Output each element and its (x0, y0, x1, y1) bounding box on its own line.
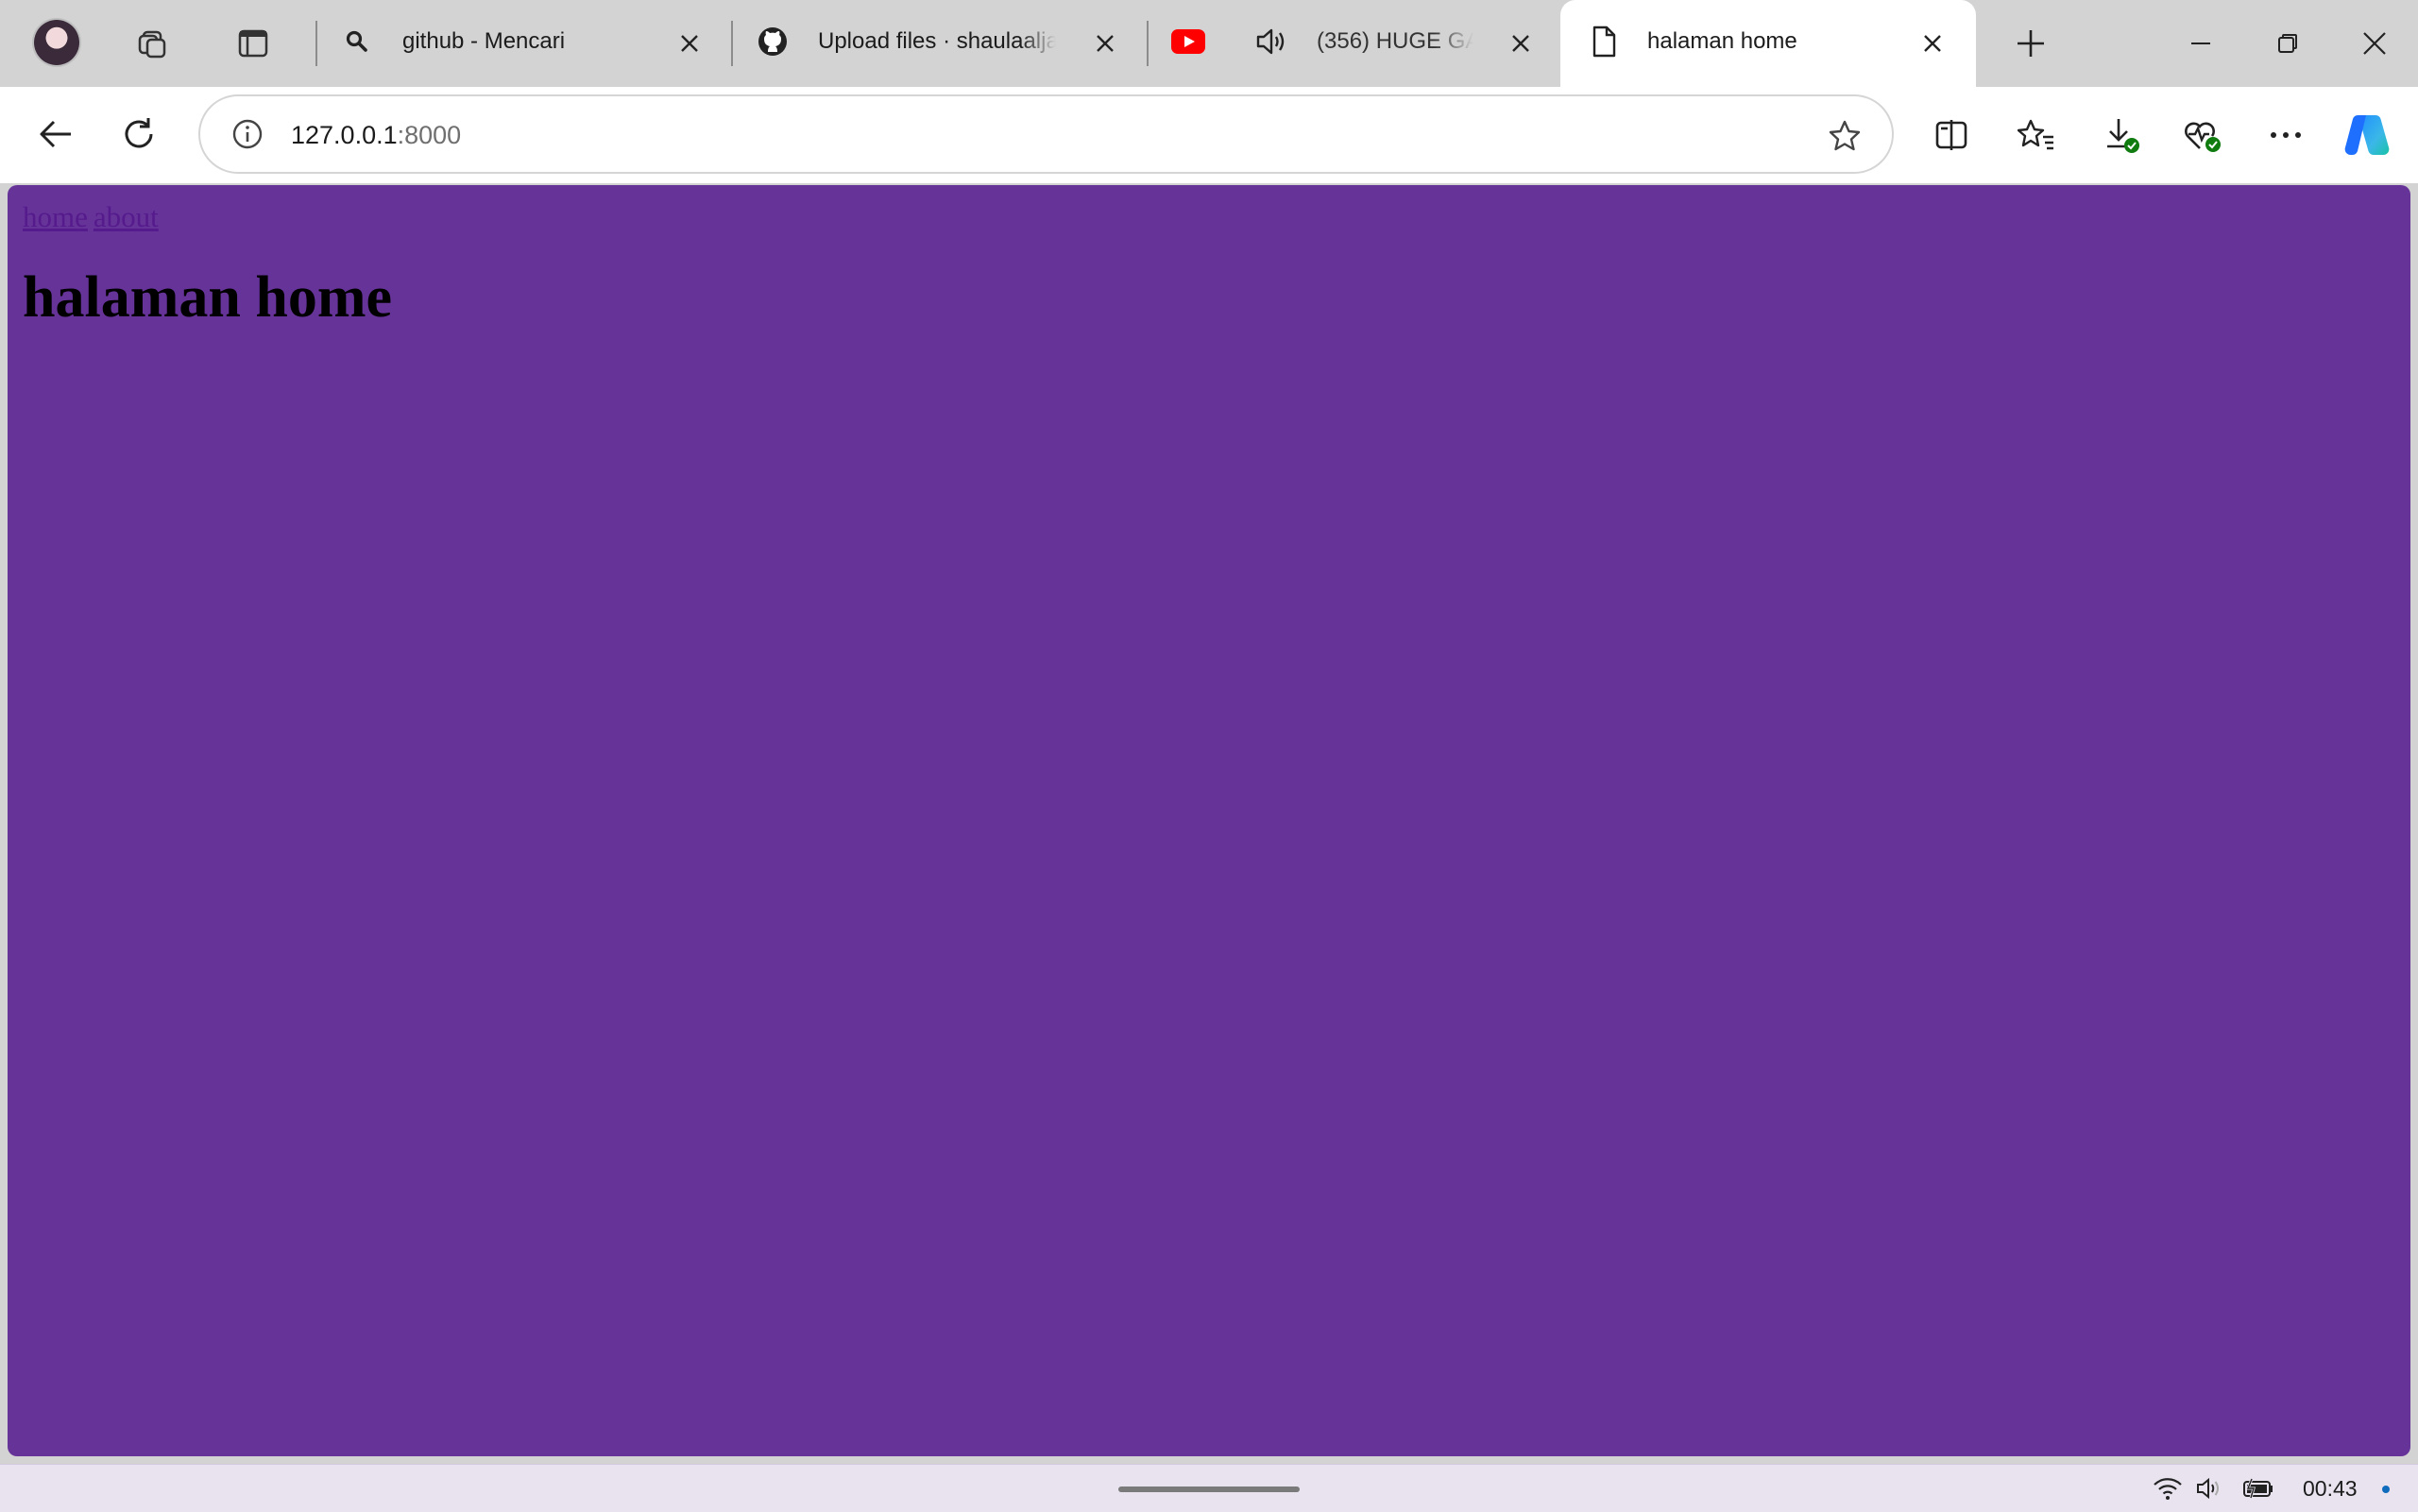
tab-title: halaman home (1647, 28, 1797, 54)
favorite-star-icon[interactable] (1824, 115, 1865, 157)
tab-github-search[interactable]: github - Mencari (338, 0, 716, 87)
tab-youtube-video[interactable]: (356) HUGE GA (1169, 0, 1547, 87)
taskbar: 00:43 (0, 1464, 2418, 1512)
github-icon (754, 23, 792, 60)
url-port: :8000 (397, 121, 462, 149)
more-options-icon[interactable] (2261, 110, 2310, 160)
vertical-tabs-icon[interactable] (232, 23, 274, 64)
workspaces-icon[interactable] (132, 23, 174, 64)
browser-essentials-icon[interactable] (2178, 110, 2227, 160)
taskbar-clock[interactable]: 00:43 (2303, 1476, 2358, 1502)
tab-separator (315, 21, 317, 66)
taskbar-handle[interactable] (1118, 1487, 1300, 1492)
battery-icon[interactable] (2242, 1474, 2274, 1503)
address-bar[interactable]: 127.0.0.1:8000 (198, 94, 1894, 174)
tab-upload-files[interactable]: Upload files · shaulaalja (754, 0, 1132, 87)
url-host: 127.0.0.1 (291, 121, 398, 149)
favorites-icon[interactable] (2012, 110, 2061, 160)
nav-link-home[interactable]: home (23, 200, 88, 233)
notification-indicator[interactable] (2382, 1486, 2390, 1493)
tab-title: Upload files · shaulaalja (818, 28, 1056, 54)
tab-strip: github - Mencari Upload files · shaulaal… (0, 0, 2418, 87)
minimize-button[interactable] (2178, 21, 2223, 66)
close-icon[interactable] (1502, 25, 1540, 62)
tab-title: (356) HUGE GA (1317, 28, 1473, 54)
volume-icon[interactable] (2193, 1474, 2225, 1503)
tab-separator (731, 21, 733, 66)
copilot-icon[interactable] (2342, 110, 2392, 160)
site-info-icon[interactable] (229, 115, 266, 153)
tab-halaman-home[interactable]: halaman home (1560, 0, 1976, 87)
downloads-icon[interactable] (2097, 110, 2146, 160)
browser-toolbar: 127.0.0.1:8000 (0, 87, 2418, 183)
new-tab-button[interactable] (2008, 21, 2053, 66)
restore-button[interactable] (2265, 21, 2310, 66)
close-icon[interactable] (671, 25, 708, 62)
tab-title: github - Mencari (402, 28, 566, 54)
split-screen-icon[interactable] (1927, 110, 1976, 160)
tab-separator (1147, 21, 1149, 66)
site-nav: home about (23, 200, 164, 234)
profile-avatar[interactable] (34, 20, 79, 65)
back-button[interactable] (32, 110, 79, 158)
page-icon (1585, 23, 1623, 60)
close-window-button[interactable] (2352, 21, 2397, 66)
speaker-audio-icon[interactable] (1252, 23, 1290, 60)
close-icon[interactable] (1914, 25, 1951, 62)
close-icon[interactable] (1086, 25, 1124, 62)
url-text[interactable]: 127.0.0.1:8000 (291, 121, 461, 150)
nav-link-about[interactable]: about (94, 200, 159, 233)
wifi-icon[interactable] (2152, 1474, 2184, 1503)
page-title: halaman home (23, 265, 392, 330)
page-viewport: home about halaman home (8, 185, 2410, 1456)
youtube-icon (1169, 23, 1207, 60)
search-icon (338, 23, 376, 60)
refresh-button[interactable] (115, 110, 162, 158)
